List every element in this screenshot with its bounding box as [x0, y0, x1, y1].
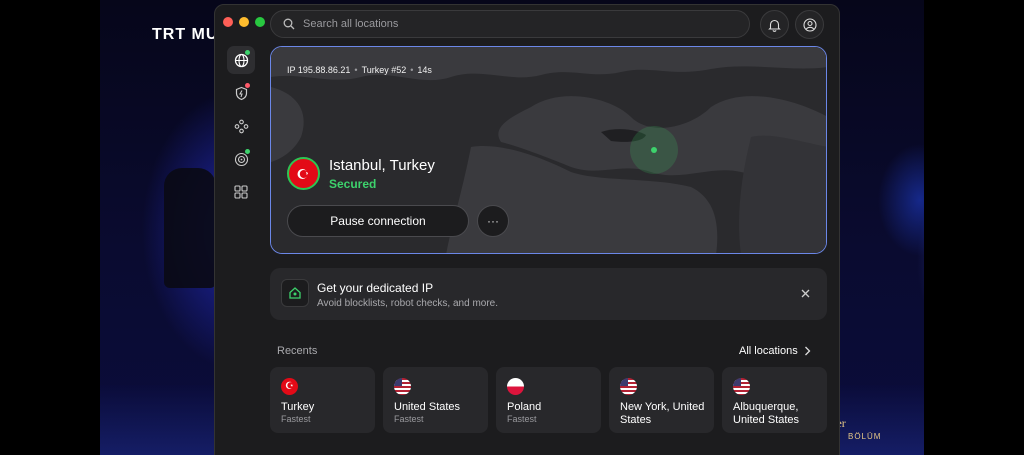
recent-location-name: Poland: [507, 401, 542, 413]
promo-title: Get your dedicated IP: [317, 281, 434, 295]
minimize-window-button[interactable]: [239, 17, 249, 27]
turkey-flag-icon: [287, 157, 320, 190]
more-options-button[interactable]: ···: [477, 205, 509, 237]
recent-location-tile[interactable]: New York, United States: [609, 367, 714, 433]
connection-status: Secured: [329, 177, 377, 191]
poland-flag-icon: [507, 378, 524, 395]
sidebar-item-vpn[interactable]: [227, 46, 255, 74]
video-caption-sub: BÖLÜM: [848, 432, 882, 441]
grid-icon: [234, 185, 248, 199]
notifications-button[interactable]: [760, 10, 789, 39]
separator-dot: •: [354, 65, 358, 75]
sidebar-item-meshnet[interactable]: [227, 112, 255, 140]
connection-card: IP 195.88.86.21 • Turkey #52 • 14s Istan…: [270, 46, 827, 254]
connection-duration: 14s: [417, 65, 432, 75]
screen: TRT MU rgiler BÖLÜM: [0, 0, 1024, 455]
chevron-right-icon: [804, 346, 811, 356]
sidebar-item-more[interactable]: [227, 178, 255, 206]
pause-connection-button[interactable]: Pause connection: [287, 205, 469, 237]
window-controls: [223, 17, 265, 27]
connected-location: Istanbul, Turkey: [329, 157, 435, 174]
recent-location-tile[interactable]: ☪ Turkey Fastest: [270, 367, 375, 433]
maximize-window-button[interactable]: [255, 17, 265, 27]
connection-info: IP 195.88.86.21 • Turkey #52 • 14s: [287, 65, 432, 75]
recent-location-tile[interactable]: Poland Fastest: [496, 367, 601, 433]
bell-icon: [768, 19, 781, 32]
turkey-flag-icon: ☪: [281, 378, 298, 395]
account-button[interactable]: [795, 10, 824, 39]
all-locations-label: All locations: [739, 345, 798, 357]
meshnet-icon: [234, 119, 248, 133]
recents-heading: Recents: [277, 345, 318, 357]
all-locations-link[interactable]: All locations: [739, 345, 811, 357]
connected-dot: [245, 50, 250, 55]
search-input[interactable]: [303, 18, 723, 30]
sidebar-item-threat-protection[interactable]: [227, 79, 255, 107]
recent-location-name: Albuquerque, United States: [733, 401, 800, 426]
promo-subtitle: Avoid blocklists, robot checks, and more…: [317, 298, 499, 309]
close-icon[interactable]: [797, 285, 813, 301]
location-pin: [651, 147, 657, 153]
search-bar[interactable]: [270, 10, 750, 38]
user-icon: [802, 17, 817, 32]
alert-dot: [245, 83, 250, 88]
musician-silhouette: [164, 168, 216, 288]
close-window-button[interactable]: [223, 17, 233, 27]
status-dot: [245, 149, 250, 154]
recent-location-sub: Fastest: [507, 414, 537, 424]
recent-location-tile[interactable]: United States Fastest: [383, 367, 488, 433]
dedicated-ip-banner[interactable]: Get your dedicated IP Avoid blocklists, …: [270, 268, 827, 320]
recent-location-name: United States: [394, 401, 461, 413]
separator-dot: •: [410, 65, 414, 75]
recent-location-name: New York, United States: [620, 401, 705, 426]
us-flag-icon: [394, 378, 411, 395]
server-name: Turkey #52: [361, 65, 407, 75]
home-shield-icon: [281, 279, 309, 307]
vpn-app-window: IP 195.88.86.21 • Turkey #52 • 14s Istan…: [214, 4, 840, 455]
us-flag-icon: [733, 378, 750, 395]
recent-locations-list: ☪ Turkey Fastest United States Fastest P…: [270, 367, 827, 433]
recent-location-sub: Fastest: [394, 414, 424, 424]
search-icon: [283, 18, 295, 30]
recent-location-name: Turkey: [281, 401, 315, 413]
channel-logo: TRT MU: [152, 26, 219, 43]
sidebar: [227, 46, 255, 211]
recent-location-tile[interactable]: Albuquerque, United States: [722, 367, 827, 433]
ip-address: IP 195.88.86.21: [287, 65, 351, 75]
recent-location-sub: Fastest: [281, 414, 311, 424]
sidebar-item-dark-web-monitor[interactable]: [227, 145, 255, 173]
us-flag-icon: [620, 378, 637, 395]
